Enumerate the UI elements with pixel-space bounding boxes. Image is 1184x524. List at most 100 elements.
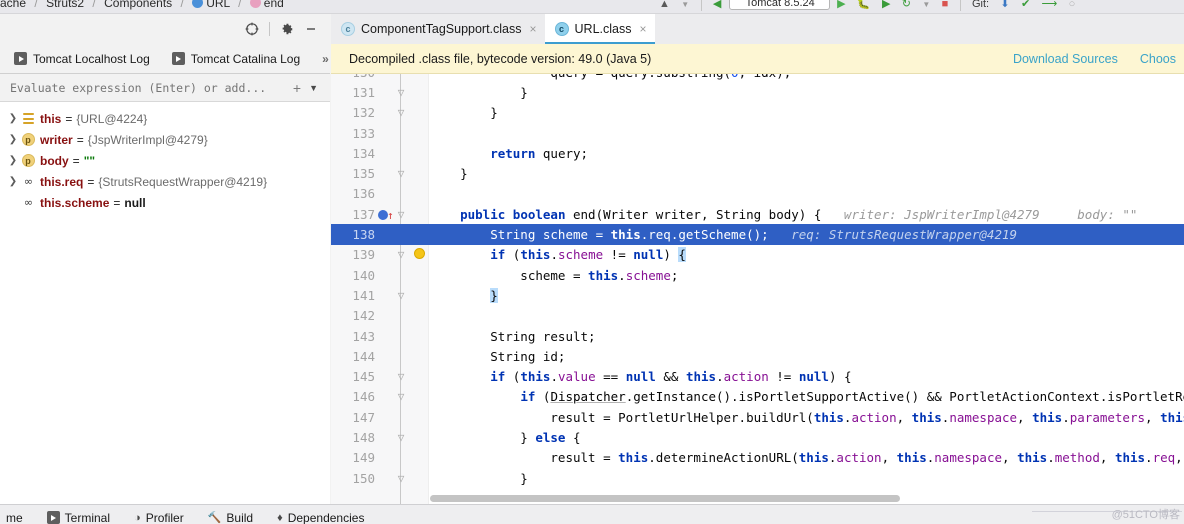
variable-row-writer[interactable]: ❯ p writer = {JspWriterImpl@4279} [0, 129, 330, 150]
code-line[interactable]: 143 String result; [331, 326, 1184, 346]
rerun-icon[interactable]: ↻ [902, 0, 911, 10]
build-icon[interactable]: ▲ [659, 0, 670, 10]
fold-marker-icon[interactable]: ▽ [393, 106, 409, 119]
code-line[interactable]: 141 ▽ } [331, 285, 1184, 305]
variable-name: this [40, 111, 62, 126]
line-number: 145 [352, 369, 375, 385]
tab-tomcat-catalina-log[interactable]: Tomcat Catalina Log [171, 52, 300, 66]
fold-marker-icon[interactable]: ▽ [393, 431, 409, 444]
code-line[interactable]: 139 ▽ if (this.scheme != null) { [331, 245, 1184, 265]
decompiled-notification-bar: Decompiled .class file, bytecode version… [331, 44, 1184, 74]
run-icon[interactable]: ▶ [837, 0, 845, 10]
variable-row-this-req[interactable]: ❯ ∞ this.req = {StrutsRequestWrapper@421… [0, 171, 330, 192]
dependencies-icon: ♦ [277, 511, 283, 524]
variables-tree[interactable]: ❯ this = {URL@4224} ❯ p writer = {JspWri… [0, 102, 330, 504]
expand-chevron-icon[interactable]: ❯ [6, 155, 20, 166]
debug-icon[interactable]: 🐛 [857, 0, 871, 10]
back-arrow-icon[interactable]: ◀ [713, 0, 721, 10]
editor-tab-url[interactable]: c URL.class × [544, 14, 655, 44]
crosshair-icon[interactable] [241, 18, 263, 40]
breakpoint-icon[interactable]: ↑ [378, 207, 394, 222]
expand-chevron-icon[interactable]: ❯ [6, 134, 20, 145]
expand-chevron-icon[interactable]: ❯ [6, 113, 20, 124]
intention-bulb-icon[interactable] [411, 247, 427, 262]
code-line[interactable]: 149 result = this.determineActionURL(thi… [331, 448, 1184, 468]
code-text: } [430, 105, 498, 121]
choose-sources-link[interactable]: Choos [1140, 52, 1176, 66]
toolbar-divider [959, 0, 961, 11]
breadcrumb-item-1[interactable]: Struts2 [46, 0, 84, 10]
variable-row-this[interactable]: ❯ this = {URL@4224} [0, 108, 330, 129]
variable-row-body[interactable]: ❯ p body = "" [0, 150, 330, 171]
code-line[interactable]: 140 scheme = this.scheme; [331, 265, 1184, 285]
add-watch-icon[interactable]: + [285, 80, 309, 96]
stop-icon[interactable]: ■ [942, 0, 949, 10]
breadcrumb[interactable]: ache / Struts2 / Components / URL / end [0, 0, 284, 10]
fold-marker-icon[interactable]: ▽ [393, 289, 409, 302]
code-line[interactable]: 132 ▽ } [331, 103, 1184, 123]
chevron-down-icon[interactable]: ▼ [922, 0, 930, 9]
chevron-down-icon[interactable]: ▼ [309, 83, 330, 93]
commit-icon[interactable]: ✔ [1021, 0, 1030, 10]
fold-marker-icon[interactable]: ▽ [393, 472, 409, 485]
tab-tomcat-localhost-log[interactable]: Tomcat Localhost Log [14, 52, 150, 66]
bottom-item-dependencies[interactable]: ♦ Dependencies [277, 511, 364, 524]
code-line[interactable]: 145 ▽ if (this.value == null && this.act… [331, 366, 1184, 386]
code-line-current-execution[interactable]: 138 String scheme = this.req.getScheme()… [331, 224, 1184, 245]
code-line[interactable]: 147 result = PortletUrlHelper.buildUrl(t… [331, 407, 1184, 427]
bottom-item-partial[interactable]: me [6, 511, 23, 524]
code-line[interactable]: 136 [331, 184, 1184, 204]
bottom-item-build[interactable]: 🔨 Build [208, 511, 253, 524]
bottom-item-terminal[interactable]: Terminal [46, 511, 110, 524]
breadcrumb-item-0[interactable]: ache [0, 0, 26, 10]
breadcrumb-item-4[interactable]: end [264, 0, 284, 10]
download-sources-link[interactable]: Download Sources [1013, 52, 1118, 66]
fold-marker-icon[interactable]: ▽ [393, 86, 409, 99]
chevron-down-icon[interactable]: ▼ [681, 0, 689, 9]
search-everywhere-icon[interactable]: ○ [1069, 0, 1076, 10]
code-line[interactable]: 146 ▽ if (Dispatcher.getInstance().isPor… [331, 387, 1184, 407]
minimize-icon[interactable] [300, 18, 322, 40]
code-line[interactable]: 150 ▽ } [331, 468, 1184, 488]
code-line[interactable]: 137 ↑ ▽ public boolean end(Writer writer… [331, 204, 1184, 224]
editor-tab-componenttagsupport[interactable]: c ComponentTagSupport.class × [331, 14, 545, 44]
fold-marker-icon[interactable]: ▽ [393, 370, 409, 383]
settings-gear-icon[interactable] [276, 18, 298, 40]
push-icon[interactable]: ⟶ [1042, 0, 1058, 10]
horizontal-scrollbar[interactable] [430, 495, 900, 502]
editor-tab-label: ComponentTagSupport.class [361, 22, 522, 36]
code-text: result = this.determineActionURL(this.ac… [430, 450, 1183, 466]
variable-row-this-scheme[interactable]: ∞ this.scheme = null [0, 192, 330, 213]
bottom-item-label: Profiler [145, 510, 184, 524]
breadcrumb-item-3[interactable]: URL [206, 0, 230, 10]
fold-marker-icon[interactable]: ▽ [393, 390, 409, 403]
bottom-item-profiler[interactable]: ◑ Profiler [134, 511, 184, 524]
code-line[interactable]: 144 String id; [331, 346, 1184, 366]
close-icon[interactable]: × [530, 22, 537, 36]
code-line[interactable]: 130 query = query.substring(0, idx); [331, 74, 1184, 82]
fold-marker-icon[interactable]: ▽ [393, 248, 409, 261]
expand-chevron-icon[interactable]: ❯ [6, 176, 20, 187]
breadcrumb-item-2[interactable]: Components [104, 0, 172, 10]
close-icon[interactable]: × [640, 22, 647, 36]
update-project-icon[interactable]: ⬇ [1000, 0, 1009, 10]
tabs-overflow-icon[interactable]: » [322, 52, 329, 66]
code-line[interactable]: 142 [331, 306, 1184, 326]
debugger-panel: Tomcat Localhost Log Tomcat Catalina Log… [0, 14, 330, 504]
code-line[interactable]: 134 return query; [331, 143, 1184, 163]
coverage-icon[interactable]: ▶ [882, 0, 890, 10]
breadcrumb-separator: / [92, 0, 96, 10]
evaluate-expression-input[interactable] [0, 80, 285, 95]
bottom-item-label: Build [226, 510, 254, 524]
code-line[interactable]: 148 ▽ } else { [331, 427, 1184, 447]
code-line[interactable]: 135 ▽ } [331, 163, 1184, 183]
fold-marker-icon[interactable]: ▽ [393, 167, 409, 180]
code-line[interactable]: 131 ▽ } [331, 82, 1184, 102]
variable-name: this.scheme [40, 195, 110, 210]
fold-marker-icon[interactable]: ▽ [393, 208, 409, 221]
class-icon [192, 0, 204, 8]
code-line[interactable]: 133 [331, 123, 1184, 143]
line-number: 138 [352, 227, 375, 243]
code-viewport[interactable]: 130 query = query.substring(0, idx); 131… [331, 74, 1184, 504]
run-configuration-selector[interactable]: Tomcat 8.5.24 [728, 0, 830, 10]
